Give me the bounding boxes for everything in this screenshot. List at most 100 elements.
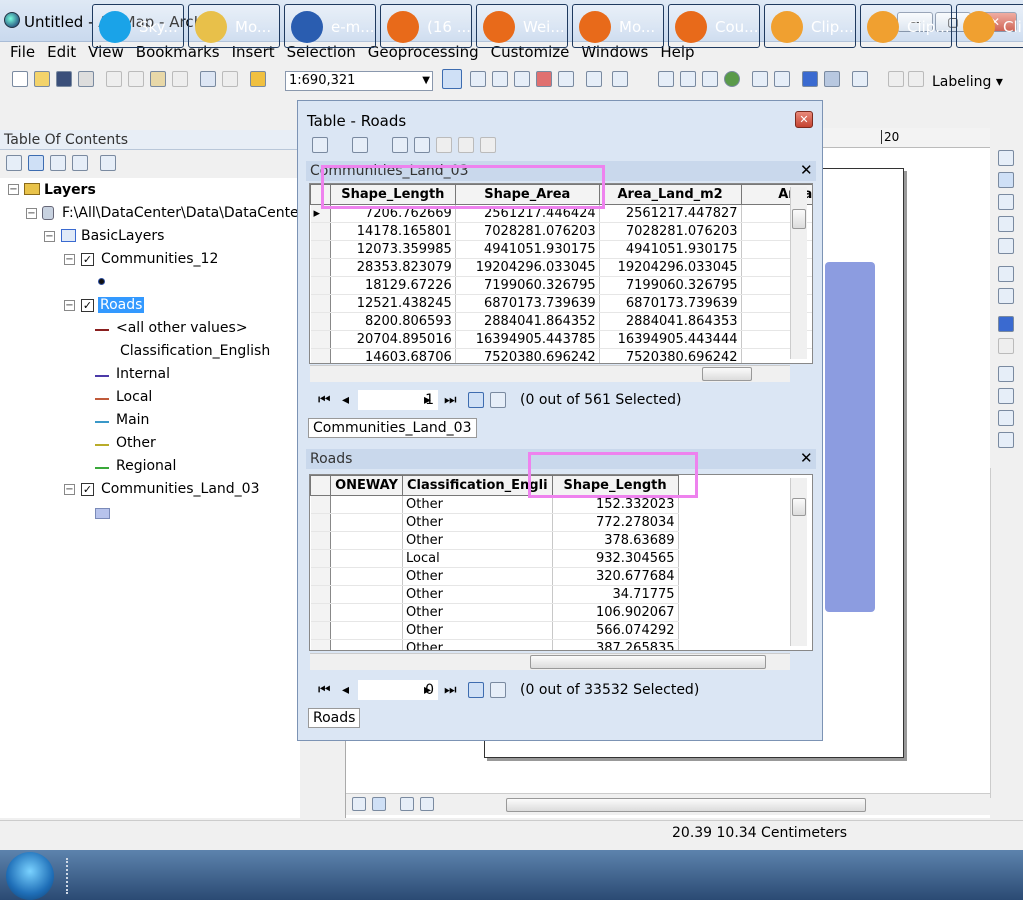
zoom-to-selected-icon[interactable] — [458, 137, 474, 153]
change-layout-icon[interactable] — [998, 432, 1014, 448]
table-cell[interactable] — [330, 549, 403, 568]
table-cell[interactable]: Other — [402, 495, 553, 514]
table-cell[interactable]: 28353.823079 — [330, 258, 456, 277]
table-cell[interactable]: 566.074292 — [552, 621, 679, 640]
layers-node[interactable]: Layers — [44, 182, 96, 198]
undo-icon[interactable] — [200, 71, 216, 87]
communities-vscroll[interactable] — [790, 187, 807, 359]
table-options-icon[interactable] — [312, 137, 328, 153]
main-line-symbol[interactable] — [95, 421, 109, 423]
table-cell[interactable]: Local — [402, 549, 553, 568]
row-selector[interactable] — [310, 549, 331, 568]
zoom-percent-icon[interactable] — [998, 366, 1014, 382]
row-selector[interactable] — [310, 639, 331, 650]
focus-data-frame-icon[interactable] — [998, 410, 1014, 426]
row-selector-header[interactable] — [310, 184, 331, 205]
table-cell[interactable]: Other — [402, 603, 553, 622]
whats-this-icon[interactable] — [612, 71, 628, 87]
table-row[interactable]: 12073.359985 4941051.930175 4941051.930175 — [310, 240, 812, 259]
select-by-attributes-icon[interactable] — [392, 137, 408, 153]
row-selector[interactable]: ▸ — [310, 204, 331, 223]
chevron-down-icon[interactable]: ▼ — [422, 72, 430, 90]
table-cell[interactable]: 152.332023 — [552, 495, 679, 514]
column-header[interactable]: Shape_Length — [329, 184, 456, 205]
refresh-icon[interactable] — [400, 797, 414, 811]
other-line-symbol[interactable] — [95, 444, 109, 446]
go-forward-icon[interactable] — [824, 71, 840, 87]
communities-vscroll-thumb[interactable] — [792, 209, 806, 229]
list-by-source-icon[interactable] — [28, 155, 44, 171]
row-selector[interactable] — [310, 294, 331, 313]
toggle-draft-icon[interactable] — [998, 388, 1014, 404]
table-cell[interactable]: 106.902067 — [552, 603, 679, 622]
taskbar-item[interactable]: Mo... — [188, 4, 280, 48]
search-window-icon[interactable] — [514, 71, 530, 87]
roads-vscroll[interactable] — [790, 478, 807, 646]
taskbar-item[interactable]: Mo... — [572, 4, 664, 48]
collapse-communities12-icon[interactable]: − — [64, 254, 75, 265]
table-cell[interactable]: Other — [402, 639, 553, 650]
menu-edit[interactable]: Edit — [41, 42, 82, 62]
table-cell[interactable]: 2884041.864352 — [455, 312, 600, 331]
table-cell[interactable]: 12521.438245 — [330, 294, 456, 313]
next-extent-icon[interactable] — [998, 338, 1014, 354]
table-cell[interactable]: 19204296.033045 — [455, 258, 600, 277]
zoom-in-icon[interactable] — [658, 71, 674, 87]
clear-selection-icon[interactable] — [888, 71, 904, 87]
table-row[interactable]: 14603.68706 7520380.696242 7520380.696242 — [310, 348, 812, 363]
delete-selected-icon[interactable] — [480, 137, 496, 153]
table-cell[interactable]: 387.265835 — [552, 639, 679, 650]
python-window-icon[interactable] — [558, 71, 574, 87]
table-cell[interactable] — [330, 603, 403, 622]
table-row[interactable]: Other 566.074292 — [310, 621, 679, 640]
taskbar-item[interactable]: Sky... — [92, 4, 184, 48]
row-selector[interactable] — [310, 258, 331, 277]
table-cell[interactable]: 7028281.076203 — [455, 222, 600, 241]
communities-hscroll-thumb[interactable] — [702, 367, 752, 381]
next-record-icon[interactable]: ▸ — [424, 682, 431, 698]
row-selector[interactable] — [310, 240, 331, 259]
last-record-icon[interactable]: ⏭ — [444, 392, 457, 408]
map-scale-combo[interactable]: 1:690,321 ▼ — [285, 71, 433, 91]
taskbar-item[interactable]: Clip... — [860, 4, 952, 48]
taskbar-item[interactable]: (16 ... — [380, 4, 472, 48]
table-cell[interactable]: Other — [402, 585, 553, 604]
related-tables-icon[interactable] — [352, 137, 368, 153]
table-row[interactable]: Other 772.278034 — [310, 513, 679, 532]
table-cell[interactable]: Other — [402, 513, 553, 532]
row-selector[interactable] — [310, 567, 331, 586]
next-record-icon[interactable]: ▸ — [424, 392, 431, 408]
row-selector[interactable] — [310, 348, 331, 363]
table-cell[interactable]: Other — [402, 621, 553, 640]
arctoolbox-icon[interactable] — [536, 71, 552, 87]
table-cell[interactable]: 14178.165801 — [330, 222, 456, 241]
row-selector[interactable] — [310, 222, 331, 241]
table-cell[interactable]: 2884041.864353 — [599, 312, 742, 331]
first-record-icon[interactable]: ⏮ — [318, 392, 331, 408]
roads-tab[interactable]: Roads — [308, 708, 361, 728]
row-selector[interactable] — [310, 312, 331, 331]
row-selector[interactable] — [310, 330, 331, 349]
table-cell[interactable]: 932.304565 — [552, 549, 679, 568]
basiclayers-node[interactable]: BasicLayers — [81, 228, 164, 244]
switch-selection-icon[interactable] — [414, 137, 430, 153]
select-features-icon[interactable] — [852, 71, 868, 87]
row-selector[interactable] — [310, 531, 331, 550]
map-polygons[interactable] — [825, 262, 875, 612]
polygon-symbol-icon[interactable] — [95, 508, 110, 519]
map-vscroll[interactable] — [990, 468, 1008, 798]
table-cell[interactable]: 8200.806593 — [330, 312, 456, 331]
communities12-layer[interactable]: Communities_12 — [101, 251, 218, 267]
cut-icon[interactable] — [106, 71, 122, 87]
table-cell[interactable] — [330, 531, 403, 550]
table-cell[interactable]: Other — [402, 531, 553, 550]
row-selector-header[interactable] — [310, 475, 331, 496]
roads-hscroll[interactable] — [310, 653, 790, 670]
table-cell[interactable] — [330, 621, 403, 640]
row-selector[interactable] — [310, 603, 331, 622]
table-close-button[interactable]: ✕ — [795, 111, 813, 128]
table-row[interactable]: 14178.165801 7028281.076203 7028281.076203 — [310, 222, 812, 241]
zoom-in-page-icon[interactable] — [998, 150, 1014, 166]
table-cell[interactable]: 20704.895016 — [330, 330, 456, 349]
row-selector[interactable] — [310, 276, 331, 295]
